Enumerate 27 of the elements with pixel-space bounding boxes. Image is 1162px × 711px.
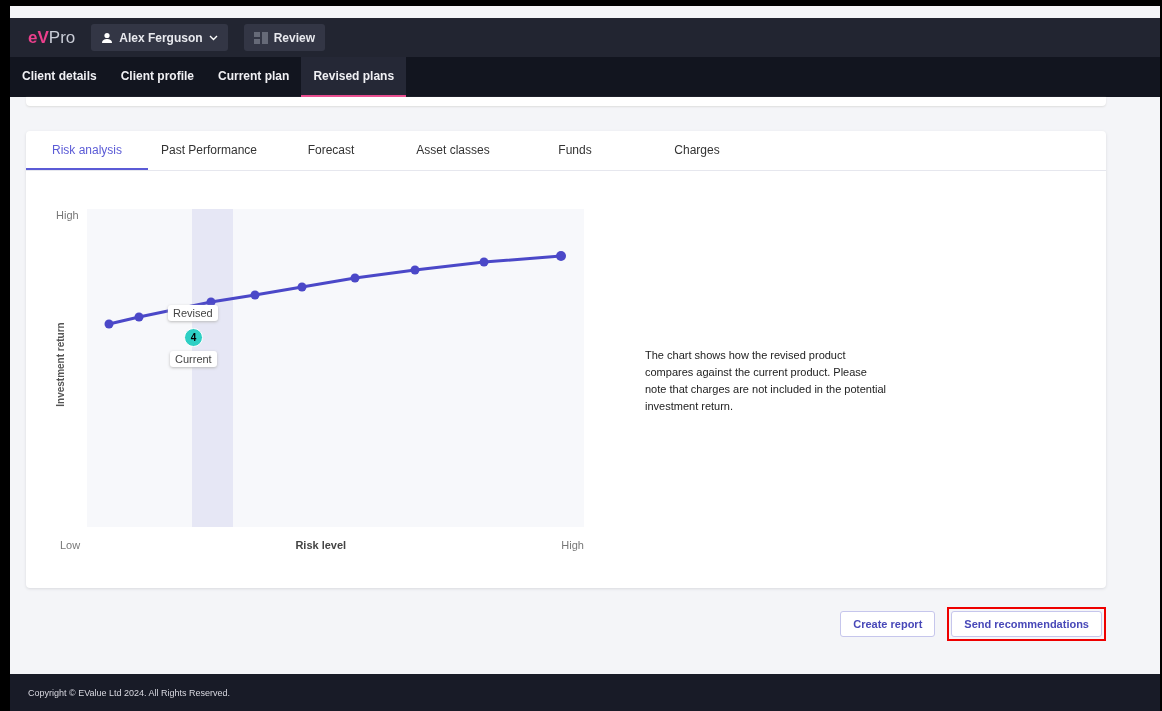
analysis-tab[interactable]: Risk analysis: [26, 131, 148, 170]
analysis-tab[interactable]: Asset classes: [392, 131, 514, 170]
revised-tooltip: Revised: [168, 305, 218, 321]
analysis-tab[interactable]: Past Performance: [148, 131, 270, 170]
nav-tab[interactable]: Revised plans: [301, 57, 407, 97]
user-menu-button[interactable]: Alex Ferguson: [91, 24, 228, 51]
chart-description: The chart shows how the revised product compares against the current product. Please note that charges are not included in the potential investment return.: [645, 348, 887, 414]
axis-label: High: [561, 539, 584, 551]
analysis-tab[interactable]: Charges: [636, 131, 758, 170]
chevron-down-icon: [208, 34, 218, 41]
nav-tab[interactable]: Current plan: [206, 57, 302, 97]
dashboard-icon: [253, 31, 268, 44]
copyright-text: Copyright © EValue Ltd 2024. All Rights Reserved.: [28, 687, 231, 698]
user-icon: [101, 31, 114, 44]
axis-label: High: [56, 209, 79, 221]
report-button[interactable]: Create report: [840, 611, 936, 637]
review-button[interactable]: Review: [243, 24, 325, 51]
y-axis-title: Investment return: [54, 322, 66, 407]
analysis-tab[interactable]: Funds: [514, 131, 636, 170]
nav-tab[interactable]: Client details: [10, 57, 109, 97]
app-logo: eVPro: [28, 27, 76, 48]
send-button[interactable]: Send recommendations: [951, 611, 1102, 637]
current-tooltip: Current: [170, 351, 217, 367]
nav-tab[interactable]: Client profile: [108, 57, 207, 97]
axis-label: Low: [60, 539, 81, 551]
x-axis-title: Risk level: [295, 539, 347, 551]
analysis-tab[interactable]: Forecast: [270, 131, 392, 170]
